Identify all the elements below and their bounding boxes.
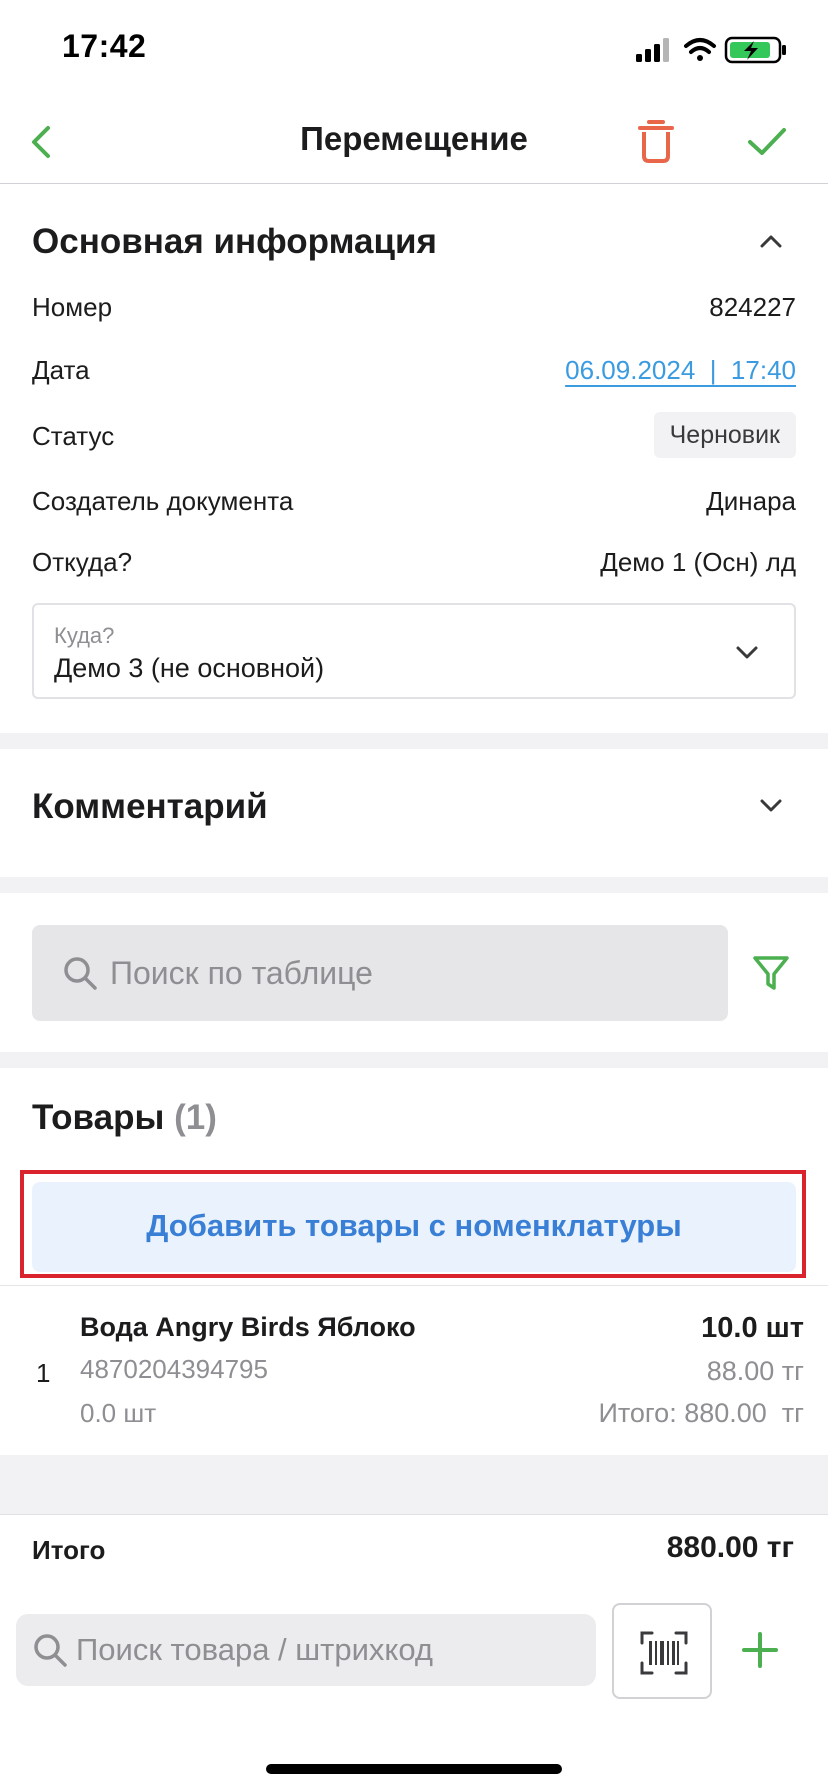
plus-icon (742, 1632, 778, 1668)
confirm-button[interactable] (742, 118, 792, 164)
date-link[interactable]: 06.09.2024 | 17:40 (565, 355, 796, 386)
highlight-frame (20, 1170, 806, 1278)
status-icons (634, 34, 794, 64)
creator-label: Создатель документа (32, 486, 294, 516)
to-warehouse-label: Куда? (54, 623, 115, 648)
goods-count: (1) (174, 1098, 217, 1137)
search-icon (34, 1634, 67, 1667)
collapse-main-info-button[interactable] (756, 226, 786, 261)
section-divider (0, 1052, 828, 1068)
chevron-down-icon (760, 799, 782, 812)
chevron-up-icon (760, 235, 782, 248)
from-label: Откуда? (32, 547, 133, 577)
item-stock: 0.0 шт (80, 1398, 157, 1428)
search-icon (64, 957, 97, 990)
status-time: 17:42 (62, 28, 147, 64)
wifi-icon (684, 38, 716, 61)
item-total: Итого: 880.00 тг (598, 1398, 804, 1428)
date-label: Дата (32, 355, 90, 385)
to-warehouse-select[interactable]: Куда? Демо 3 (не основной) (32, 603, 796, 699)
trash-icon (638, 120, 674, 163)
product-search-placeholder: Поиск товара / штрихкод (76, 1632, 433, 1667)
divider (0, 1514, 828, 1515)
signal-icon (636, 38, 669, 62)
page-title: Перемещение (300, 120, 528, 157)
creator-value: Динара (706, 486, 796, 516)
nav-bar: Перемещение (0, 100, 828, 184)
home-indicator (266, 1764, 562, 1774)
barcode-scan-button[interactable] (612, 1603, 712, 1699)
goods-title-text: Товары (32, 1098, 165, 1137)
number-value: 824227 (709, 292, 796, 322)
delete-button[interactable] (634, 116, 678, 166)
from-value: Демо 1 (Осн) лд (600, 547, 796, 577)
item-quantity: 10.0 шт (701, 1312, 804, 1344)
status-label: Статус (32, 421, 115, 451)
status-badge: Черновик (653, 412, 796, 458)
item-name: Вода Angry Birds Яблоко (80, 1312, 416, 1342)
section-title-main-info: Основная информация (32, 222, 437, 261)
number-label: Номер (32, 292, 113, 322)
item-price: 88.00 тг (706, 1356, 804, 1386)
item-index: 1 (36, 1358, 51, 1388)
list-item[interactable]: 1 Вода Angry Birds Яблоко 4870204394795 … (0, 1285, 828, 1455)
product-search-input[interactable]: Поиск товара / штрихкод (16, 1614, 596, 1686)
total-label: Итого (32, 1535, 106, 1565)
filter-button[interactable] (750, 952, 792, 994)
item-barcode: 4870204394795 (80, 1354, 268, 1384)
table-search-placeholder: Поиск по таблице (110, 955, 373, 991)
back-button[interactable] (20, 120, 64, 164)
battery-icon (724, 36, 786, 64)
add-product-button[interactable] (740, 1630, 780, 1670)
filter-icon (753, 956, 789, 990)
section-title-comment: Комментарий (32, 787, 268, 826)
barcode-scan-icon (640, 1631, 688, 1675)
list-bottom-spacer (0, 1455, 828, 1515)
goods-title: Товары (1) (32, 1098, 217, 1138)
chevron-down-icon (736, 646, 758, 659)
table-search-input[interactable]: Поиск по таблице (32, 925, 728, 1021)
total-value: 880.00 тг (666, 1531, 794, 1564)
checkmark-icon (748, 128, 786, 155)
section-divider (0, 733, 828, 749)
expand-comment-button[interactable] (756, 790, 786, 825)
section-divider (0, 877, 828, 893)
chevron-left-icon (32, 126, 50, 158)
to-warehouse-value: Демо 3 (не основной) (54, 653, 325, 683)
